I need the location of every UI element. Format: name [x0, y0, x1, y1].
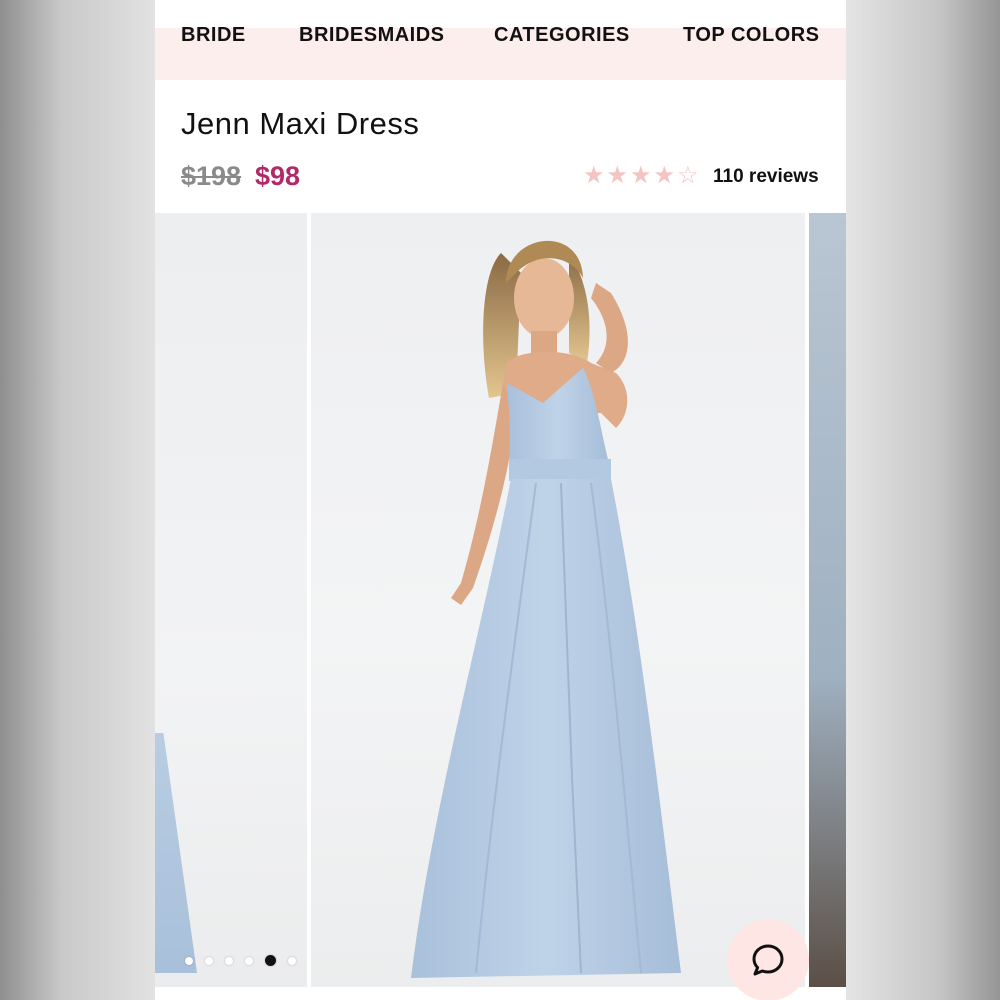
next-product-image[interactable]: [809, 213, 846, 987]
nav-item-categories[interactable]: CATEGORIES: [494, 24, 630, 47]
product-title: Jenn Maxi Dress: [181, 106, 420, 141]
carousel-pagination: [185, 955, 296, 966]
star-icon: ★: [583, 162, 605, 189]
pagination-dot[interactable]: [205, 956, 213, 965]
product-page: BRIDE BRIDESMAIDS CATEGORIES TOP COLORS …: [155, 0, 846, 1000]
category-nav: BRIDE BRIDESMAIDS CATEGORIES TOP COLORS: [155, 0, 846, 80]
photo-border-right: [846, 0, 1000, 1000]
original-price: $198: [181, 161, 242, 191]
star-outline-icon: ☆: [677, 162, 699, 189]
nav-item-bride[interactable]: BRIDE: [181, 24, 246, 47]
sale-price: $98: [255, 161, 301, 191]
star-icon: ★: [630, 162, 652, 189]
model-wearing-dress: [411, 240, 681, 978]
previous-product-image[interactable]: [155, 213, 307, 987]
pagination-dot[interactable]: [185, 956, 193, 965]
rating-stars[interactable]: ★ ★ ★ ★ ☆: [583, 162, 699, 190]
image-carousel[interactable]: [155, 213, 846, 1000]
pagination-dot[interactable]: [288, 956, 296, 965]
nav-item-top-colors[interactable]: TOP COLORS: [683, 24, 820, 47]
chat-button[interactable]: [727, 919, 809, 1000]
main-product-image[interactable]: [311, 213, 805, 987]
reviews-link[interactable]: 110 reviews: [713, 166, 819, 188]
star-icon: ★: [653, 162, 676, 189]
chat-bubble-icon: [752, 944, 784, 976]
photo-border-left: [0, 0, 155, 1000]
nav-item-bridesmaids[interactable]: BRIDESMAIDS: [299, 24, 445, 47]
pagination-dot-active[interactable]: [265, 955, 276, 966]
pagination-dot[interactable]: [225, 956, 233, 965]
dress-edge: [155, 733, 197, 973]
pagination-dot[interactable]: [245, 956, 253, 965]
star-icon: ★: [606, 162, 629, 189]
